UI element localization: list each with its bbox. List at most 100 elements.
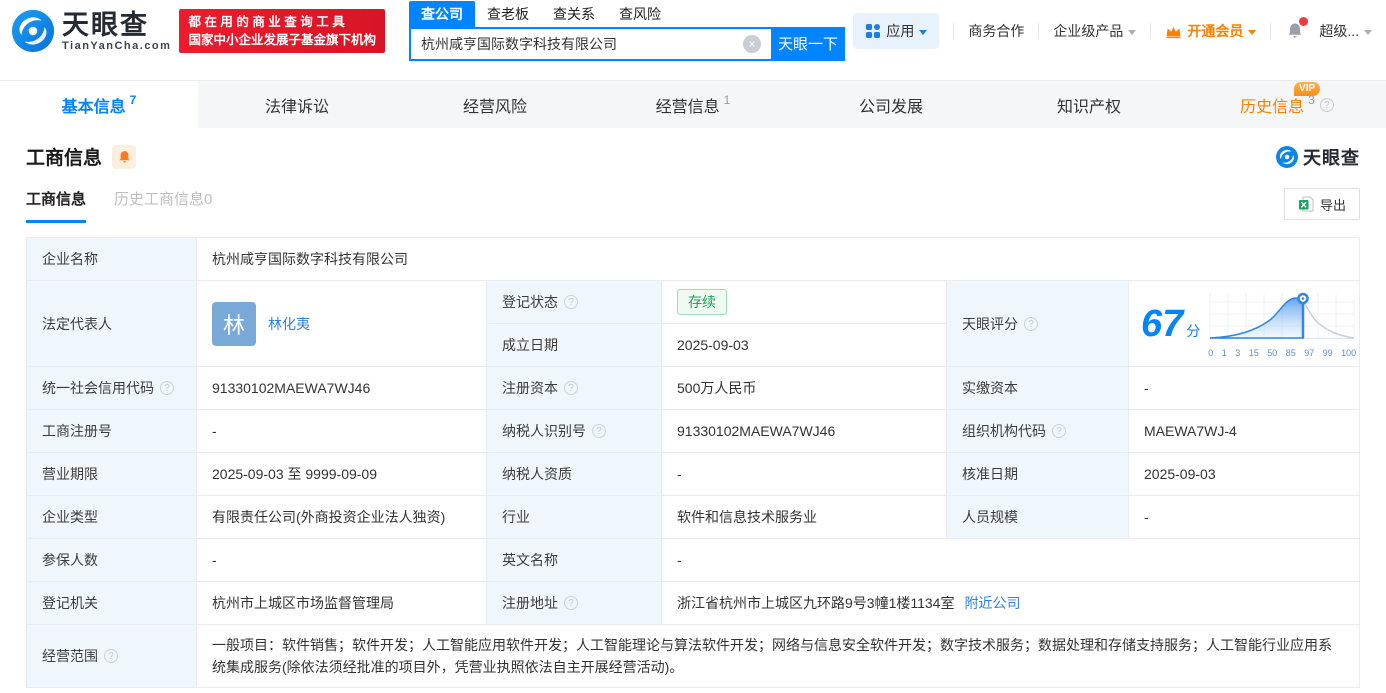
table-row: 统一社会信用代码? 91330102MAEWA7WJ46 注册资本? 500万人… <box>27 367 1360 410</box>
field-label: 注册地址? <box>487 582 662 625</box>
reg-address-value: 浙江省杭州市上城区九环路9号3幢1楼1134室 <box>677 595 955 611</box>
clear-search-icon[interactable]: × <box>742 34 761 53</box>
legal-rep-link[interactable]: 林化夷 <box>268 314 310 334</box>
apps-icon <box>866 24 881 38</box>
company-type-value: 有限责任公司(外商投资企业法人独资) <box>197 496 487 539</box>
field-label: 核准日期 <box>947 453 1129 496</box>
notification-dot <box>1299 17 1309 26</box>
help-icon[interactable]: ? <box>564 596 578 610</box>
chevron-down-icon <box>919 29 928 35</box>
business-scope-value: 一般项目：软件销售；软件开发；人工智能应用软件开发；人工智能理论与算法软件开发；… <box>197 625 1360 688</box>
tab-company-development[interactable]: 公司发展 <box>792 81 990 128</box>
field-label: 企业名称 <box>27 238 197 281</box>
help-icon[interactable]: ? <box>1052 424 1066 438</box>
promo-line1: 都 在 用 的 商 业 查 询 工 具 <box>188 15 345 29</box>
tab-history-info[interactable]: 历史信息 VIP 3 ? <box>1188 81 1386 128</box>
field-label: 登记状态? <box>487 281 662 324</box>
export-button[interactable]: 导出 <box>1283 188 1360 220</box>
main-content: 工商信息 天眼查 工商信息 历史工商信息0 导出 企业名称 杭州咸亨国际数字科技… <box>0 143 1386 688</box>
menu-cooperation[interactable]: 商务合作 <box>968 21 1024 41</box>
vip-badge: VIP <box>1294 81 1321 96</box>
subtab-business-info[interactable]: 工商信息 <box>26 188 87 223</box>
chevron-down-icon <box>1248 29 1257 35</box>
help-icon[interactable]: ? <box>564 381 578 395</box>
field-label: 营业期限 <box>27 453 197 496</box>
search-button[interactable]: 天眼一下 <box>770 26 845 61</box>
nearby-companies-link[interactable]: 附近公司 <box>964 593 1020 613</box>
menu-user-account[interactable]: 超级... <box>1319 21 1372 41</box>
divider <box>953 23 955 39</box>
divider <box>1150 23 1152 39</box>
search-tab-relation[interactable]: 查关系 <box>541 1 607 27</box>
help-icon[interactable]: ? <box>564 295 578 309</box>
field-label: 行业 <box>487 496 662 539</box>
field-label: 实缴资本 <box>947 367 1129 410</box>
help-icon[interactable]: ? <box>1024 316 1038 331</box>
status-badge: 存续 <box>677 289 727 315</box>
tab-intellectual-property[interactable]: 知识产权 <box>990 81 1188 128</box>
score-cell: 67 分 0 1 3 15 50 85 97 99 100 <box>1129 281 1360 367</box>
table-row: 企业类型 有限责任公司(外商投资企业法人独资) 行业 软件和信息技术服务业 人员… <box>27 496 1360 539</box>
field-label: 参保人数 <box>27 539 197 582</box>
search-area: 查公司 查老板 查关系 查风险 × 天眼一下 <box>408 0 845 61</box>
paid-capital-value: - <box>1129 367 1360 410</box>
search-input[interactable] <box>408 26 771 61</box>
field-label: 登记机关 <box>27 582 197 625</box>
table-row: 工商注册号 - 纳税人识别号? 91330102MAEWA7WJ46 组织机构代… <box>27 410 1360 453</box>
search-tab-company[interactable]: 查公司 <box>408 0 475 27</box>
tab-basic-info[interactable]: 基本信息 7 <box>0 81 198 128</box>
menu-apps[interactable]: 应用 <box>853 13 940 49</box>
legal-rep-cell: 林 林化夷 <box>197 281 487 367</box>
field-label: 经营范围? <box>27 625 197 688</box>
subscribe-bell-icon[interactable] <box>112 144 137 169</box>
tab-business-info[interactable]: 经营信息 1 <box>594 81 792 128</box>
notification-bell-icon[interactable] <box>1285 17 1309 41</box>
search-tab-boss[interactable]: 查老板 <box>475 1 541 27</box>
tianyancha-logo[interactable]: 天眼查 TianYanCha.com <box>10 8 171 54</box>
page: 天眼查 TianYanCha.com 都 在 用 的 商 业 查 询 工 具 国… <box>0 0 1386 693</box>
promo-line2: 国家中小企业发展子基金旗下机构 <box>188 33 376 47</box>
help-icon[interactable]: ? <box>592 424 606 438</box>
help-icon[interactable]: ? <box>104 649 118 663</box>
top-header: 天眼查 TianYanCha.com 都 在 用 的 商 业 查 询 工 具 国… <box>0 0 1386 62</box>
search-tab-risk[interactable]: 查风险 <box>607 1 673 27</box>
menu-open-vip[interactable]: 开通会员 <box>1165 21 1257 41</box>
tianyancha-logo-icon <box>11 9 55 53</box>
tab-legal-litigation[interactable]: 法律诉讼 <box>198 81 396 128</box>
business-term-value: 2025-09-03 至 9999-09-09 <box>197 453 487 496</box>
tab-count: 7 <box>129 93 137 107</box>
legal-rep-avatar[interactable]: 林 <box>212 301 256 346</box>
chevron-down-icon <box>1364 29 1372 35</box>
field-label: 组织机构代码? <box>947 410 1129 453</box>
business-info-table: 企业名称 杭州咸亨国际数字科技有限公司 法定代表人 林 林化夷 登记状态? 存续… <box>26 237 1360 688</box>
search-tabs: 查公司 查老板 查关系 查风险 <box>408 0 845 27</box>
taxpayer-quality-value: - <box>662 453 947 496</box>
reg-status-cell: 存续 <box>662 281 947 324</box>
excel-icon <box>1298 196 1314 212</box>
score-unit: 分 <box>1186 322 1201 339</box>
score-value: 67 <box>1141 302 1184 345</box>
field-label: 成立日期 <box>487 324 662 367</box>
tab-operational-risk[interactable]: 经营风险 <box>396 81 594 128</box>
menu-enterprise[interactable]: 企业级产品 <box>1053 21 1137 41</box>
field-label: 法定代表人 <box>27 281 197 367</box>
header-menu: 应用 商务合作 企业级产品 开通会员 超级... <box>853 13 1372 49</box>
taxpayer-id-value: 91330102MAEWA7WJ46 <box>662 410 947 453</box>
field-label: 纳税人资质 <box>487 453 662 496</box>
reg-capital-value: 500万人民币 <box>662 367 947 410</box>
brand-domain: TianYanCha.com <box>62 39 172 52</box>
reg-address-cell: 浙江省杭州市上城区九环路9号3幢1楼1134室 附近公司 <box>662 582 1360 625</box>
tianyancha-watermark-icon <box>1276 145 1298 168</box>
field-label: 统一社会信用代码? <box>27 367 197 410</box>
table-row: 登记机关 杭州市上城区市场监督管理局 注册地址? 浙江省杭州市上城区九环路9号3… <box>27 582 1360 625</box>
table-row: 企业名称 杭州咸亨国际数字科技有限公司 <box>27 238 1360 281</box>
table-row: 经营范围? 一般项目：软件销售；软件开发；人工智能应用软件开发；人工智能理论与算… <box>27 625 1360 688</box>
field-label: 人员规模 <box>947 496 1129 539</box>
help-icon[interactable]: ? <box>160 381 174 395</box>
credit-code-value: 91330102MAEWA7WJ46 <box>197 367 487 410</box>
help-icon[interactable]: ? <box>1319 97 1334 112</box>
promo-badge: 都 在 用 的 商 业 查 询 工 具 国家中小企业发展子基金旗下机构 <box>179 9 385 53</box>
field-label: 天眼评分? <box>947 281 1129 367</box>
table-row: 法定代表人 林 林化夷 登记状态? 存续 成立日期 2025-09-03 天眼评… <box>27 281 1360 367</box>
subtab-history-business-info[interactable]: 历史工商信息0 <box>114 188 212 223</box>
